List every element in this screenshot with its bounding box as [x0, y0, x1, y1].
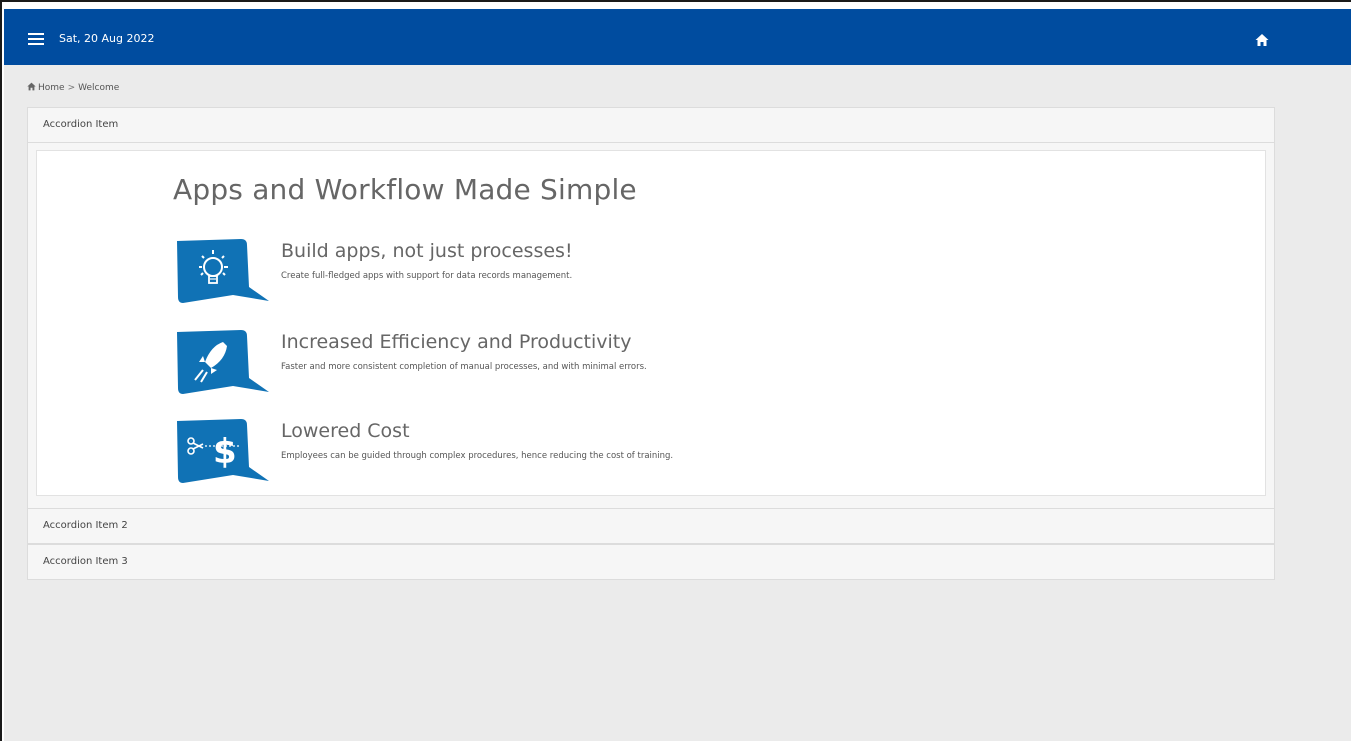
feature-description: Employees can be guided through complex …: [281, 451, 674, 461]
feature-title: Lowered Cost: [281, 420, 410, 442]
breadcrumb-current: Welcome: [78, 83, 120, 93]
breadcrumb-home-link[interactable]: Home: [38, 83, 65, 93]
dollar-scissors-icon: $: [173, 417, 269, 487]
feature-title: Build apps, not just processes!: [281, 240, 573, 262]
feature-efficiency: Increased Efficiency and Productivity Fa…: [173, 328, 1073, 398]
accordion-item-3-header[interactable]: Accordion Item 3: [27, 544, 1275, 580]
accordion-item-1-header[interactable]: Accordion Item: [27, 107, 1275, 143]
welcome-panel: Apps and Workflow Made Simple Build apps…: [36, 150, 1266, 496]
breadcrumb: Home > Welcome: [27, 82, 119, 94]
accordion-item-2-header[interactable]: Accordion Item 2: [27, 508, 1275, 544]
welcome-headline: Apps and Workflow Made Simple: [173, 173, 637, 206]
feature-title: Increased Efficiency and Productivity: [281, 331, 632, 353]
current-date: Sat, 20 Aug 2022: [59, 32, 155, 45]
main-content: Home > Welcome Accordion Item Apps and W…: [4, 65, 1351, 741]
accordion: Accordion Item Apps and Workflow Made Si…: [27, 107, 1275, 580]
svg-text:$: $: [213, 432, 237, 472]
breadcrumb-separator: >: [67, 83, 76, 93]
rocket-icon: [173, 328, 269, 398]
breadcrumb-home-icon: [27, 82, 36, 94]
accordion-item-1-body: Apps and Workflow Made Simple Build apps…: [27, 143, 1275, 508]
feature-lowered-cost: $ Lowered Cost Employees can be guided t…: [173, 417, 1073, 487]
hamburger-menu-icon[interactable]: [28, 33, 44, 45]
feature-build-apps: Build apps, not just processes! Create f…: [173, 237, 1073, 307]
app-window: Sat, 20 Aug 2022 Home > Welcome Accordio…: [0, 0, 1351, 741]
feature-description: Create full-fledged apps with support fo…: [281, 271, 573, 281]
home-icon[interactable]: [1255, 32, 1269, 46]
lightbulb-icon: [173, 237, 269, 307]
feature-description: Faster and more consistent completion of…: [281, 362, 647, 372]
top-bar: Sat, 20 Aug 2022: [4, 9, 1351, 65]
